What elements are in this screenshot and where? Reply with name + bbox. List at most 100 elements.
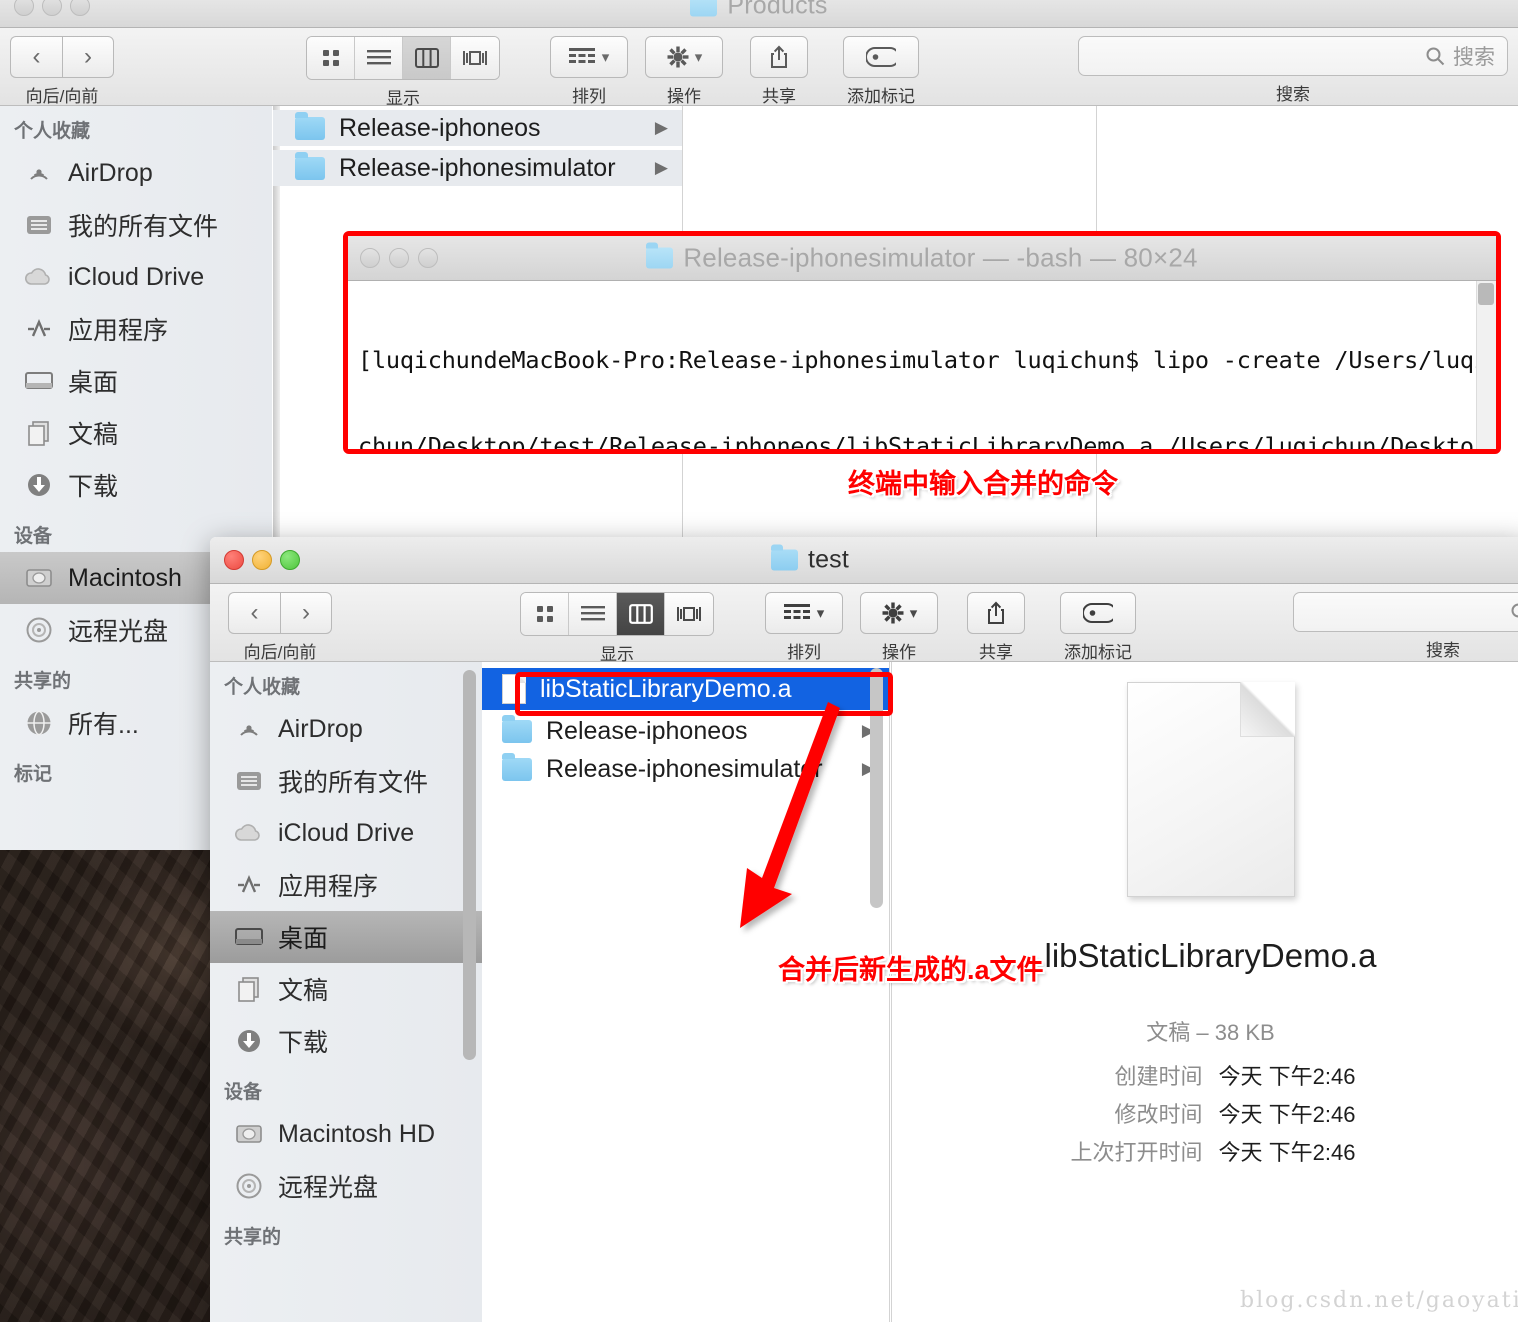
grid-icon [322, 50, 339, 66]
test-toolbar[interactable]: ‹ › 向后/向前 显示 ▾ 排列 ▾ 操作 共享 添加标记 搜索 [210, 584, 1518, 665]
sidebar-item-airdrop[interactable]: AirDrop [210, 703, 482, 755]
terminal-scrollbar-thumb[interactable] [1478, 283, 1494, 305]
share-icon [771, 45, 787, 68]
test-sidebar[interactable]: 个人收藏 AirDrop 我的所有文件 iCloud Drive 应用程序 桌面… [210, 662, 482, 1322]
coverflow-view-button[interactable] [451, 37, 499, 79]
chevron-right-icon: › [84, 43, 92, 70]
products-titlebar[interactable]: Products [0, 0, 1518, 28]
icon-view-button[interactable] [307, 37, 355, 79]
test-view-group[interactable]: 显示 [520, 592, 714, 665]
sidebar-item-macintosh-hd[interactable]: Macintosh HD [210, 1108, 482, 1160]
desktop-icon [232, 922, 266, 952]
test-action-group[interactable]: ▾ 操作 [860, 592, 938, 663]
sidebar-item-documents[interactable]: 文稿 [0, 407, 272, 459]
test-arrange-label: 排列 [787, 643, 821, 662]
sidebar-item-label: 我的所有文件 [68, 213, 219, 241]
sidebar-item-downloads[interactable]: 下载 [210, 1015, 482, 1067]
products-action-label: 操作 [667, 87, 701, 106]
chevron-right-icon: ▶ [654, 158, 668, 177]
chevron-left-icon: ‹ [32, 43, 41, 70]
products-share-label: 共享 [762, 87, 796, 106]
forward-button[interactable]: › [62, 36, 114, 78]
sidebar-item-documents[interactable]: 文稿 [210, 963, 482, 1015]
sidebar-scrollbar-thumb[interactable] [463, 670, 476, 1060]
sidebar-item-label: iCloud Drive [278, 818, 415, 847]
chevron-right-icon: › [302, 599, 310, 626]
terminal-command-annotation: 终端中输入合并的命令 [848, 469, 1118, 499]
test-arrange-group[interactable]: ▾ 排列 [765, 592, 843, 663]
arrange-icon [568, 48, 595, 63]
add-tags-button[interactable] [843, 36, 919, 78]
table-row[interactable]: Release-iphoneos ▶ [273, 110, 682, 146]
search-input[interactable]: 搜索 [1078, 36, 1508, 76]
harddisk-icon [232, 1119, 266, 1149]
sidebar-item-label: 远程光盘 [68, 618, 169, 646]
column-view-button[interactable] [403, 37, 451, 79]
table-row[interactable]: Release-iphonesimulator ▶ [273, 150, 682, 186]
sidebar-item-label: AirDrop [278, 714, 363, 743]
test-search-group[interactable]: 搜索 搜索 [1293, 592, 1518, 661]
arrange-icon [783, 604, 810, 619]
action-button[interactable]: ▾ [645, 36, 723, 78]
products-window-title: Products [0, 0, 1518, 20]
sidebar-item-icloud-drive[interactable]: iCloud Drive [210, 807, 482, 859]
sidebar-item-all-my-files[interactable]: 我的所有文件 [210, 755, 482, 807]
columns-icon [628, 604, 653, 624]
sidebar-item-applications[interactable]: 应用程序 [0, 303, 272, 355]
sidebar-item-icloud-drive[interactable]: iCloud Drive [0, 251, 272, 303]
icon-view-button[interactable] [521, 593, 569, 635]
products-tags-group[interactable]: 添加标记 [843, 36, 919, 107]
preview-value: 今天 下午2:46 [1218, 1140, 1356, 1165]
test-tags-group[interactable]: 添加标记 [1060, 592, 1136, 663]
search-input[interactable]: 搜索 [1293, 592, 1518, 632]
arrange-button[interactable]: ▾ [765, 592, 843, 634]
sidebar-item-remote-disc[interactable]: 远程光盘 [210, 1160, 482, 1212]
sidebar-item-desktop[interactable]: 桌面 [210, 911, 482, 963]
products-view-group[interactable]: 显示 [306, 36, 500, 109]
file-name: Release-iphoneos [546, 716, 748, 745]
action-button[interactable]: ▾ [860, 592, 938, 634]
sidebar-item-downloads[interactable]: 下载 [0, 459, 272, 511]
disc-icon [232, 1171, 266, 1201]
products-search-group[interactable]: 搜索 搜索 [1078, 36, 1508, 105]
back-button[interactable]: ‹ [10, 36, 62, 78]
sidebar-item-airdrop[interactable]: AirDrop [0, 147, 272, 199]
airdrop-icon [22, 158, 56, 188]
sidebar-item-desktop[interactable]: 桌面 [0, 355, 272, 407]
arrange-button[interactable]: ▾ [550, 36, 628, 78]
sidebar-item-label: 远程光盘 [278, 1174, 379, 1202]
forward-button[interactable]: › [280, 592, 332, 634]
products-nav-group[interactable]: ‹ › 向后/向前 [10, 36, 114, 107]
coverflow-view-button[interactable] [665, 593, 713, 635]
sidebar-item-label: 应用程序 [68, 317, 169, 345]
test-titlebar[interactable]: test [210, 537, 1518, 584]
test-search-label: 搜索 [1426, 641, 1460, 660]
red-arrow-annotation [740, 702, 840, 928]
test-share-label: 共享 [979, 643, 1013, 662]
list-view-button[interactable] [355, 37, 403, 79]
terminal-titlebar[interactable]: Release-iphonesimulator — -bash — 80×24 [348, 236, 1496, 281]
sidebar-item-applications[interactable]: 应用程序 [210, 859, 482, 911]
products-nav-label: 向后/向前 [25, 87, 99, 106]
add-tags-button[interactable] [1060, 592, 1136, 634]
test-share-group[interactable]: 共享 [967, 592, 1025, 663]
folder-icon [295, 111, 325, 140]
sidebar-item-label: iCloud Drive [68, 262, 205, 291]
terminal-window[interactable]: Release-iphonesimulator — -bash — 80×24 … [348, 236, 1496, 449]
share-button[interactable] [967, 592, 1025, 634]
test-nav-group[interactable]: ‹ › 向后/向前 [228, 592, 332, 663]
products-toolbar[interactable]: ‹ › 向后/向前 显示 ▾ 排列 ▾ 操作 共享 添加标记 搜索 搜索 [0, 28, 1518, 109]
airdrop-icon [232, 714, 266, 744]
back-button[interactable]: ‹ [228, 592, 280, 634]
terminal-output[interactable]: [luqichundeMacBook-Pro:Release-iphonesim… [348, 281, 1496, 449]
products-share-group[interactable]: 共享 [750, 36, 808, 107]
blank-document-icon [1126, 682, 1295, 897]
list-view-button[interactable] [569, 593, 617, 635]
column-view-button[interactable] [617, 593, 665, 635]
terminal-scrollbar[interactable] [1476, 281, 1496, 449]
share-button[interactable] [750, 36, 808, 78]
products-arrange-group[interactable]: ▾ 排列 [550, 36, 628, 107]
sidebar-item-all-my-files[interactable]: 我的所有文件 [0, 199, 272, 251]
sidebar-item-label: 下载 [278, 1029, 329, 1057]
products-action-group[interactable]: ▾ 操作 [645, 36, 723, 107]
